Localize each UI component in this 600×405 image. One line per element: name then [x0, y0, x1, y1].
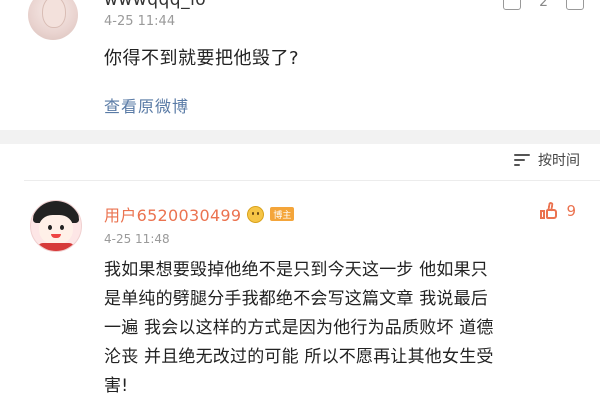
comment-line: 我如果想要毁掉他绝不是只到今天这一步 他如果只 — [104, 260, 489, 280]
divider-line — [24, 180, 600, 181]
sort-by-time-button[interactable]: 按时间 — [514, 150, 580, 170]
avatar-face — [42, 0, 66, 28]
section-divider — [0, 130, 600, 144]
comment-like-button[interactable]: 9 — [540, 201, 576, 220]
comment-avatar[interactable] — [30, 200, 82, 252]
emoji-icon — [247, 205, 265, 223]
comment-line: 一遍 我会以这样的方式是因为他行为品质败坏 道德 — [104, 318, 494, 338]
sort-label: 按时间 — [538, 153, 580, 169]
blogger-badge: 博主 — [270, 207, 295, 221]
post-timestamp: 4-25 11:44 — [104, 14, 176, 29]
comment-username[interactable]: 用户6520030499 — [104, 202, 241, 226]
comment-user-row: 用户6520030499 博主 — [104, 202, 295, 226]
sort-icon — [514, 152, 532, 168]
post-actions: 2 — [503, 0, 584, 10]
post-body: 你得不到就要把他毁了? — [104, 48, 300, 69]
view-original-link[interactable]: 查看原微博 — [104, 93, 189, 117]
repost-icon[interactable] — [566, 0, 584, 10]
comment-like-count: 9 — [566, 202, 576, 220]
comment-line: 是单纯的劈腿分手我都绝不会写这篇文章 我说最后 — [104, 289, 489, 309]
post-avatar[interactable] — [28, 0, 78, 40]
comment-text: 我如果想要毁掉他绝不是只到今天这一步 他如果只 是单纯的劈腿分手我都绝不会写这篇… — [104, 256, 582, 401]
comment-item: 用户6520030499 博主 4-25 11:48 9 我如果想要毁掉他绝不是… — [0, 188, 600, 405]
comment-icon[interactable] — [503, 0, 522, 10]
comment-line: 沦丧 并且绝无改过的可能 所以不愿再让其他女生受 — [104, 347, 494, 367]
post-like-count: 2 — [539, 0, 548, 10]
thumbs-up-icon — [540, 201, 558, 220]
comment-timestamp: 4-25 11:48 — [104, 232, 170, 246]
post-card: wwwqqq_lo 4-25 11:44 2 你得不到就要把他毁了? 查看原微博 — [0, 0, 600, 130]
sort-bar: 按时间 — [0, 144, 600, 180]
comment-line: 害! — [104, 376, 129, 396]
post-username[interactable]: wwwqqq_lo — [104, 0, 206, 10]
